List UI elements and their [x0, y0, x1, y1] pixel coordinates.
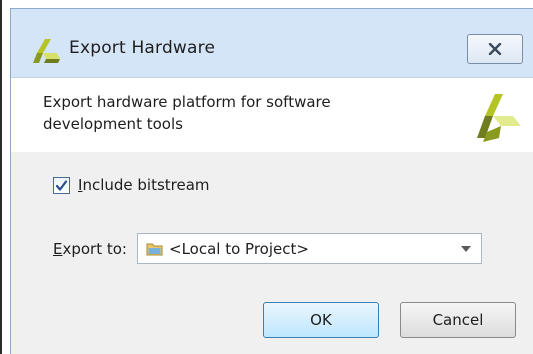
header-panel: Export hardware platform for software de…	[11, 77, 533, 153]
export-to-label: Export to:	[53, 240, 127, 258]
include-bitstream-row[interactable]: Include bitstream	[53, 176, 210, 194]
close-button[interactable]	[467, 34, 523, 64]
vivado-logo-icon	[33, 39, 60, 63]
include-bitstream-label: Include bitstream	[78, 176, 210, 194]
vivado-logo-icon	[477, 94, 521, 142]
include-bitstream-label-text: nclude bitstream	[82, 176, 210, 194]
close-icon	[488, 43, 502, 55]
dialog-description: Export hardware platform for software de…	[43, 93, 331, 133]
screen-frame: Export Hardware Export hardware platform…	[0, 0, 533, 354]
folder-icon	[146, 243, 163, 255]
export-to-value: <Local to Project>	[169, 239, 309, 258]
export-to-row: Export to: <Local to Project>	[53, 233, 482, 264]
ok-button[interactable]: OK	[263, 302, 379, 338]
include-bitstream-checkbox[interactable]	[53, 176, 70, 194]
body-panel: Include bitstream Export to: <Local to P…	[11, 152, 533, 354]
export-to-label-text: xport to:	[62, 239, 127, 258]
export-hardware-dialog: Export Hardware Export hardware platform…	[10, 8, 533, 354]
chevron-down-icon[interactable]	[461, 246, 471, 252]
window-title: Export Hardware	[69, 38, 216, 58]
export-to-dropdown[interactable]: <Local to Project>	[137, 233, 482, 264]
checkmark-icon	[55, 179, 68, 191]
titlebar: Export Hardware	[11, 9, 533, 77]
cancel-button[interactable]: Cancel	[400, 302, 516, 338]
